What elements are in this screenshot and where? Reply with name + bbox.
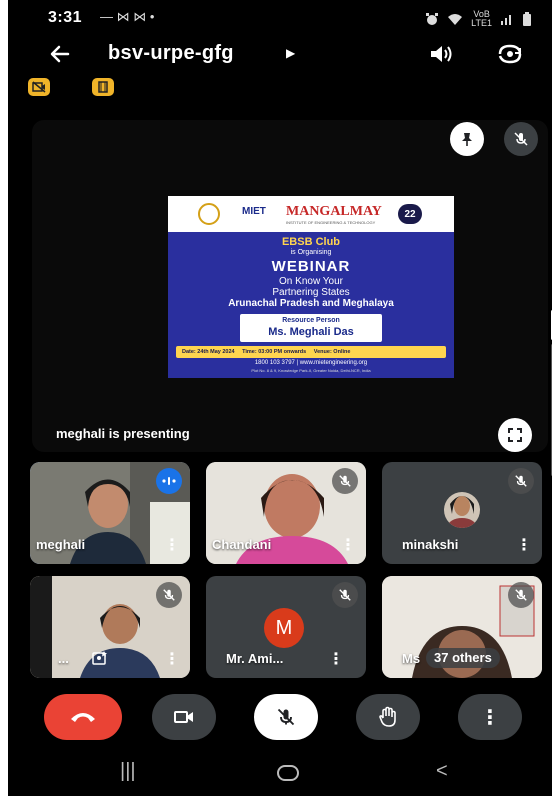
phone-portrait-icon	[98, 81, 108, 93]
mic-off-icon	[339, 475, 351, 487]
presenter-mute-button[interactable]	[504, 122, 538, 156]
alarm-icon	[426, 13, 439, 25]
more-vertical-icon: ⋮	[480, 706, 500, 729]
mute-indicator	[332, 468, 358, 494]
phone-portrait-chip[interactable]	[92, 78, 114, 96]
participant-name: Mr. Ami...	[226, 651, 284, 666]
raise-hand-button[interactable]	[356, 694, 420, 740]
mic-off-icon	[515, 589, 527, 601]
poster-organising: is Organising	[290, 249, 332, 256]
participant-name: Ms	[402, 651, 421, 666]
poster-line-1: On Know Your	[279, 276, 343, 287]
audio-level-icon	[162, 477, 176, 485]
status-bar: 3:31 — ⋈ ⋈ • VoB LTE1	[8, 0, 552, 36]
mute-indicator	[508, 582, 534, 608]
resource-person-box: Resource Person Ms. Meghali Das	[240, 314, 382, 342]
more-options-icon[interactable]: ⋮	[164, 538, 180, 554]
presenting-caption: meghali is presenting	[56, 426, 190, 441]
poster-address: Plot No. 8 & 9, Knowledge Park-II, Great…	[251, 368, 371, 373]
participant-name: minakshi	[402, 537, 459, 552]
camera-toggle-button[interactable]	[152, 694, 216, 740]
participant-name: meghali	[36, 537, 86, 552]
poster-line-3: Arunachal Pradesh and Meghalaya	[228, 298, 394, 309]
meeting-code[interactable]: bsv-urpe-gfg	[108, 42, 234, 65]
poster-badge: 22	[398, 204, 422, 224]
home-icon[interactable]	[276, 764, 300, 782]
poster-time: Time: 03:00 PM onwards	[242, 349, 307, 355]
participant-tile-mr-ami[interactable]: M Mr. Ami... ⋮	[206, 576, 366, 678]
institute-seal-icon	[198, 203, 220, 225]
participant-tile-4[interactable]: ... ⋮	[30, 576, 190, 678]
poster-contact: 1800 103 3797 | www.mietengineering.org	[254, 360, 368, 366]
participant-name: Chandani	[212, 537, 272, 552]
poster-venue: Venue: Online	[313, 349, 351, 355]
mute-indicator	[332, 582, 358, 608]
camera-off-icon	[32, 81, 46, 93]
mute-indicator	[156, 582, 182, 608]
mic-toggle-button[interactable]	[254, 694, 318, 740]
participant-tile-others[interactable]: Ms 37 others	[382, 576, 542, 678]
poster-org-sub: INSTITUTE OF ENGINEERING & TECHNOLOGY	[286, 220, 376, 225]
more-options-icon[interactable]: ⋮	[516, 538, 532, 554]
mute-indicator	[508, 468, 534, 494]
poster-event: WEBINAR	[271, 258, 351, 275]
switch-camera-icon[interactable]	[496, 42, 524, 66]
more-options-icon[interactable]: ⋮	[164, 652, 180, 668]
resource-name: Ms. Meghali Das	[268, 326, 354, 338]
more-options-icon[interactable]: ⋮	[328, 652, 344, 668]
poster-club: EBSB Club	[281, 236, 341, 248]
others-count-badge[interactable]: 37 others	[426, 648, 500, 668]
effects-icon[interactable]	[92, 650, 108, 666]
presentation-area[interactable]: MIET MANGALMAY INSTITUTE OF ENGINEERING …	[32, 120, 548, 452]
speaker-icon[interactable]	[428, 42, 454, 66]
camera-off-chip[interactable]	[28, 78, 50, 96]
wifi-icon	[448, 14, 463, 25]
participant-initial-avatar: M	[264, 608, 304, 648]
resource-label: Resource Person	[282, 317, 340, 324]
meeting-top-bar: bsv-urpe-gfg ▶	[8, 36, 552, 76]
more-options-button[interactable]: ⋮	[458, 694, 522, 740]
poster-org-short: MIET	[242, 206, 266, 217]
fullscreen-icon	[508, 428, 522, 442]
participant-tile-minakshi[interactable]: minakshi ⋮	[382, 462, 542, 564]
mic-off-icon	[277, 708, 295, 726]
hand-icon	[379, 706, 396, 727]
back-arrow-icon[interactable]	[48, 42, 72, 66]
participant-tile-chandani[interactable]: Chandani ⋮	[206, 462, 366, 564]
signal-icon	[501, 15, 511, 25]
scrollbar-track[interactable]	[551, 344, 552, 476]
mic-off-icon	[514, 132, 528, 146]
video-camera-icon	[174, 711, 193, 723]
system-icons: VoB LTE1	[425, 10, 532, 28]
mic-off-icon	[339, 589, 351, 601]
scrollbar-thumb[interactable]	[551, 310, 552, 340]
chevron-right-icon[interactable]: ▶	[286, 46, 295, 60]
mic-off-icon	[515, 475, 527, 487]
participant-name: ...	[58, 651, 69, 666]
back-nav-icon[interactable]: <	[436, 760, 448, 783]
participant-tile-meghali[interactable]: meghali ⋮	[30, 462, 190, 564]
poster-date: Date: 24th May 2024	[182, 349, 235, 355]
status-time: 3:31	[48, 9, 83, 26]
notification-icons: — ⋈ ⋈ •	[100, 9, 155, 24]
speaking-indicator	[156, 468, 182, 494]
more-options-icon[interactable]: ⋮	[340, 538, 356, 554]
network-label: VoB LTE1	[471, 9, 492, 28]
mic-off-icon	[163, 589, 175, 601]
recent-apps-icon[interactable]: |||	[120, 760, 136, 783]
webinar-poster: MIET MANGALMAY INSTITUTE OF ENGINEERING …	[168, 196, 454, 378]
poster-line-2: Partnering States	[272, 287, 350, 298]
pin-icon	[462, 133, 472, 146]
end-call-button[interactable]	[44, 694, 122, 740]
phone-hangup-icon	[71, 713, 95, 722]
fullscreen-button[interactable]	[498, 418, 532, 452]
phone-screen: 3:31 — ⋈ ⋈ • VoB LTE1 bsv-urpe-gfg ▶ MIE…	[8, 0, 552, 796]
poster-info-strip: Date: 24th May 2024 Time: 03:00 PM onwar…	[176, 346, 446, 358]
pin-button[interactable]	[450, 122, 484, 156]
poster-org-name: MANGALMAY	[286, 204, 382, 219]
poster-header: MIET MANGALMAY INSTITUTE OF ENGINEERING …	[168, 196, 454, 232]
battery-icon	[523, 12, 531, 26]
